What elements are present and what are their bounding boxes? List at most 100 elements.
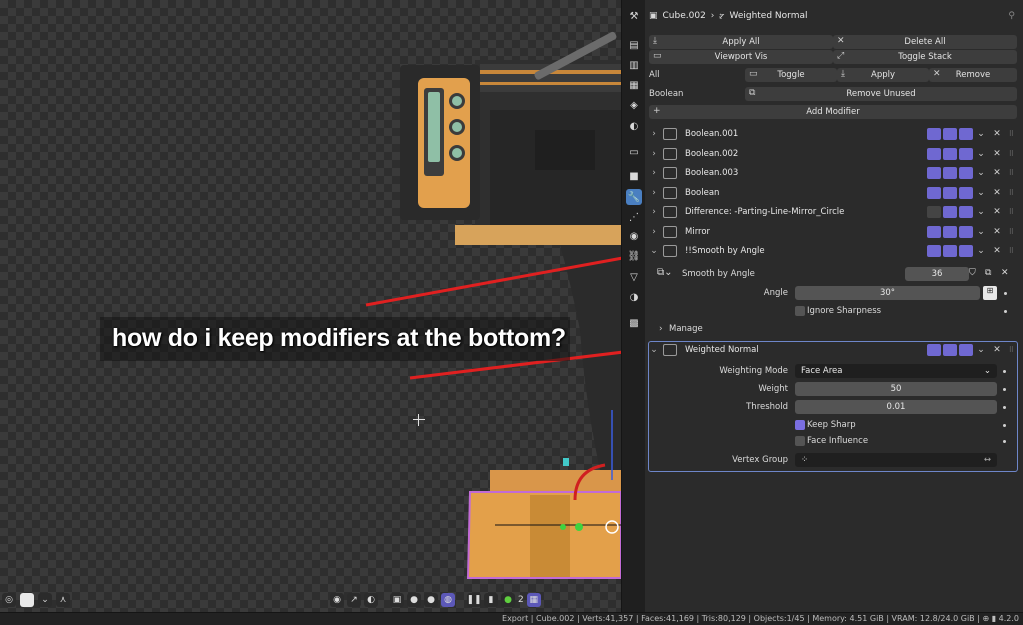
camera-icon[interactable] <box>959 128 973 140</box>
x-icon[interactable]: ✕ <box>989 246 1005 256</box>
weight-field[interactable]: 50 <box>795 382 997 396</box>
duplicate-icon[interactable]: ⧉ <box>985 268 991 278</box>
apply-all-button[interactable]: ⤓ Apply All <box>649 35 833 49</box>
x-icon[interactable]: ✕ <box>989 149 1005 159</box>
camera-icon[interactable] <box>959 226 973 238</box>
apply-button[interactable]: ⤓ Apply <box>837 68 929 82</box>
monitor-icon[interactable] <box>943 344 957 356</box>
x-icon[interactable]: ✕ <box>989 227 1005 237</box>
modifier-row[interactable]: ⌄ !!Smooth by Angle ⌄ ✕ ⠿ <box>649 242 1017 260</box>
solid-shading-icon[interactable]: ● <box>407 593 421 607</box>
edit-mode-icon[interactable] <box>927 206 941 218</box>
x-icon[interactable]: ✕ <box>989 188 1005 198</box>
xray-icon[interactable]: ▣ <box>390 593 404 607</box>
camera-icon[interactable] <box>959 344 973 356</box>
drag-handle-icon[interactable]: ⠿ <box>1005 228 1017 236</box>
material-icon[interactable]: ◑ <box>626 289 642 305</box>
drag-handle-icon[interactable]: ⠿ <box>1005 346 1017 354</box>
delete-all-button[interactable]: ✕ Delete All <box>833 35 1017 49</box>
drag-handle-icon[interactable]: ⠿ <box>1005 130 1017 138</box>
x-icon[interactable]: ✕ <box>1001 268 1009 278</box>
chevron-down-icon[interactable]: ⌄ <box>973 129 989 139</box>
invert-arrows-icon[interactable]: ↔ <box>984 455 991 465</box>
monitor-icon[interactable] <box>943 148 957 160</box>
edit-mode-icon[interactable] <box>927 226 941 238</box>
monitor-icon[interactable] <box>943 226 957 238</box>
chevron-right-icon[interactable]: › <box>649 129 659 139</box>
drag-handle-icon[interactable]: ⠿ <box>1005 189 1017 197</box>
chevron-down-icon[interactable]: ⌄ <box>973 149 989 159</box>
node-group-name[interactable]: Smooth by Angle <box>682 269 755 279</box>
chevron-down-icon[interactable]: ⌄ <box>973 207 989 217</box>
edit-mode-icon[interactable] <box>927 245 941 257</box>
monitor-icon[interactable] <box>943 167 957 179</box>
monitor-icon[interactable] <box>943 206 957 218</box>
remove-button[interactable]: ✕ Remove <box>929 68 1017 82</box>
edit-mode-icon[interactable] <box>927 344 941 356</box>
modifier-row[interactable]: › Boolean.001 ⌄ ✕ ⠿ <box>649 125 1017 143</box>
node-tree-icon[interactable]: ⧉⌄ <box>657 267 673 278</box>
modifier-row[interactable]: › Boolean.002 ⌄ ✕ ⠿ <box>649 145 1017 163</box>
chevron-down-icon[interactable]: ⌄ <box>973 188 989 198</box>
object-name[interactable]: Cube.002 <box>663 11 706 21</box>
tool-icon[interactable]: ⚒ <box>626 8 642 24</box>
keep-sharp-checkbox[interactable] <box>795 420 805 430</box>
color-swatch[interactable] <box>20 593 34 607</box>
chevron-down-icon[interactable]: ⌄ <box>649 345 659 355</box>
remove-unused-button[interactable]: ⧉ Remove Unused <box>745 87 1017 101</box>
collection-icon[interactable]: ▭ <box>626 144 642 160</box>
chevron-down-icon[interactable]: ⌄ <box>973 168 989 178</box>
threshold-field[interactable]: 0.01 <box>795 400 997 414</box>
material-shading-icon[interactable]: ● <box>424 593 438 607</box>
chevron-down-icon[interactable]: ⌄ <box>649 246 659 256</box>
particles-icon[interactable]: ⋰ <box>626 209 642 225</box>
camera-icon[interactable] <box>959 206 973 218</box>
data-icon[interactable]: ▽ <box>626 269 642 285</box>
modifier-row[interactable]: › Boolean.003 ⌄ ✕ ⠿ <box>649 164 1017 182</box>
output-icon[interactable]: ▥ <box>626 57 642 73</box>
camera-icon[interactable] <box>959 148 973 160</box>
shield-icon[interactable]: ⛉ <box>969 268 976 278</box>
rendered-shading-icon[interactable]: ◍ <box>441 593 455 607</box>
chevron-right-icon[interactable]: › <box>649 188 659 198</box>
keyframe-dot-icon[interactable] <box>1003 440 1006 443</box>
object-icon[interactable]: ■ <box>626 168 642 184</box>
scene-icon[interactable]: ◈ <box>626 97 642 113</box>
drag-handle-icon[interactable]: ⠿ <box>1005 208 1017 216</box>
keyframe-dot-icon[interactable] <box>1003 370 1006 373</box>
chevron-down-icon[interactable]: ⌄ <box>38 593 52 607</box>
gizmo-icon[interactable]: ↗ <box>347 593 361 607</box>
wrench-icon[interactable]: 🔧 <box>626 189 642 205</box>
manage-panel[interactable]: Manage <box>669 324 703 334</box>
input-socket-icon[interactable]: ⊞ <box>983 286 997 300</box>
chevron-down-icon[interactable]: ⌄ <box>973 227 989 237</box>
chevron-down-icon[interactable]: ⌄ <box>973 345 989 355</box>
pause-icon[interactable]: ❚❚ <box>466 593 482 607</box>
angle-field[interactable]: 30° <box>795 286 980 300</box>
drag-handle-icon[interactable]: ⠿ <box>1005 150 1017 158</box>
bookmark-icon[interactable]: ▮ <box>484 593 498 607</box>
view-layer-icon[interactable]: ▦ <box>626 77 642 93</box>
pin-icon[interactable]: ⚲ <box>1008 11 1015 21</box>
keyframe-dot-icon[interactable] <box>1003 406 1006 409</box>
ignore-sharpness-checkbox[interactable] <box>795 306 805 316</box>
chevron-right-icon[interactable]: › <box>649 207 659 217</box>
x-icon[interactable]: ✕ <box>989 207 1005 217</box>
modifier-row[interactable]: › Boolean ⌄ ✕ ⠿ <box>649 184 1017 202</box>
chevron-right-icon[interactable]: › <box>649 227 659 237</box>
toggle-stack-button[interactable]: ⤢ Toggle Stack <box>833 50 1017 64</box>
add-modifier-button[interactable]: + Add Modifier <box>649 105 1017 119</box>
monitor-icon[interactable] <box>943 187 957 199</box>
proportional-icon[interactable]: ⋏ <box>56 593 70 607</box>
render-icon[interactable]: ▤ <box>626 37 642 53</box>
edit-mode-icon[interactable] <box>927 148 941 160</box>
physics-icon[interactable]: ◉ <box>626 228 642 244</box>
edit-mode-icon[interactable] <box>927 167 941 179</box>
render-region-icon[interactable]: ▦ <box>526 593 541 607</box>
viewport-vis-button[interactable]: ▭ Viewport Vis <box>649 50 833 64</box>
texture-icon[interactable]: ▩ <box>626 315 642 331</box>
weighting-mode-dropdown[interactable]: Face Area ⌄ <box>795 364 997 378</box>
drag-handle-icon[interactable]: ⠿ <box>1005 169 1017 177</box>
edit-mode-icon[interactable] <box>927 128 941 140</box>
keyframe-dot-icon[interactable] <box>1003 424 1006 427</box>
